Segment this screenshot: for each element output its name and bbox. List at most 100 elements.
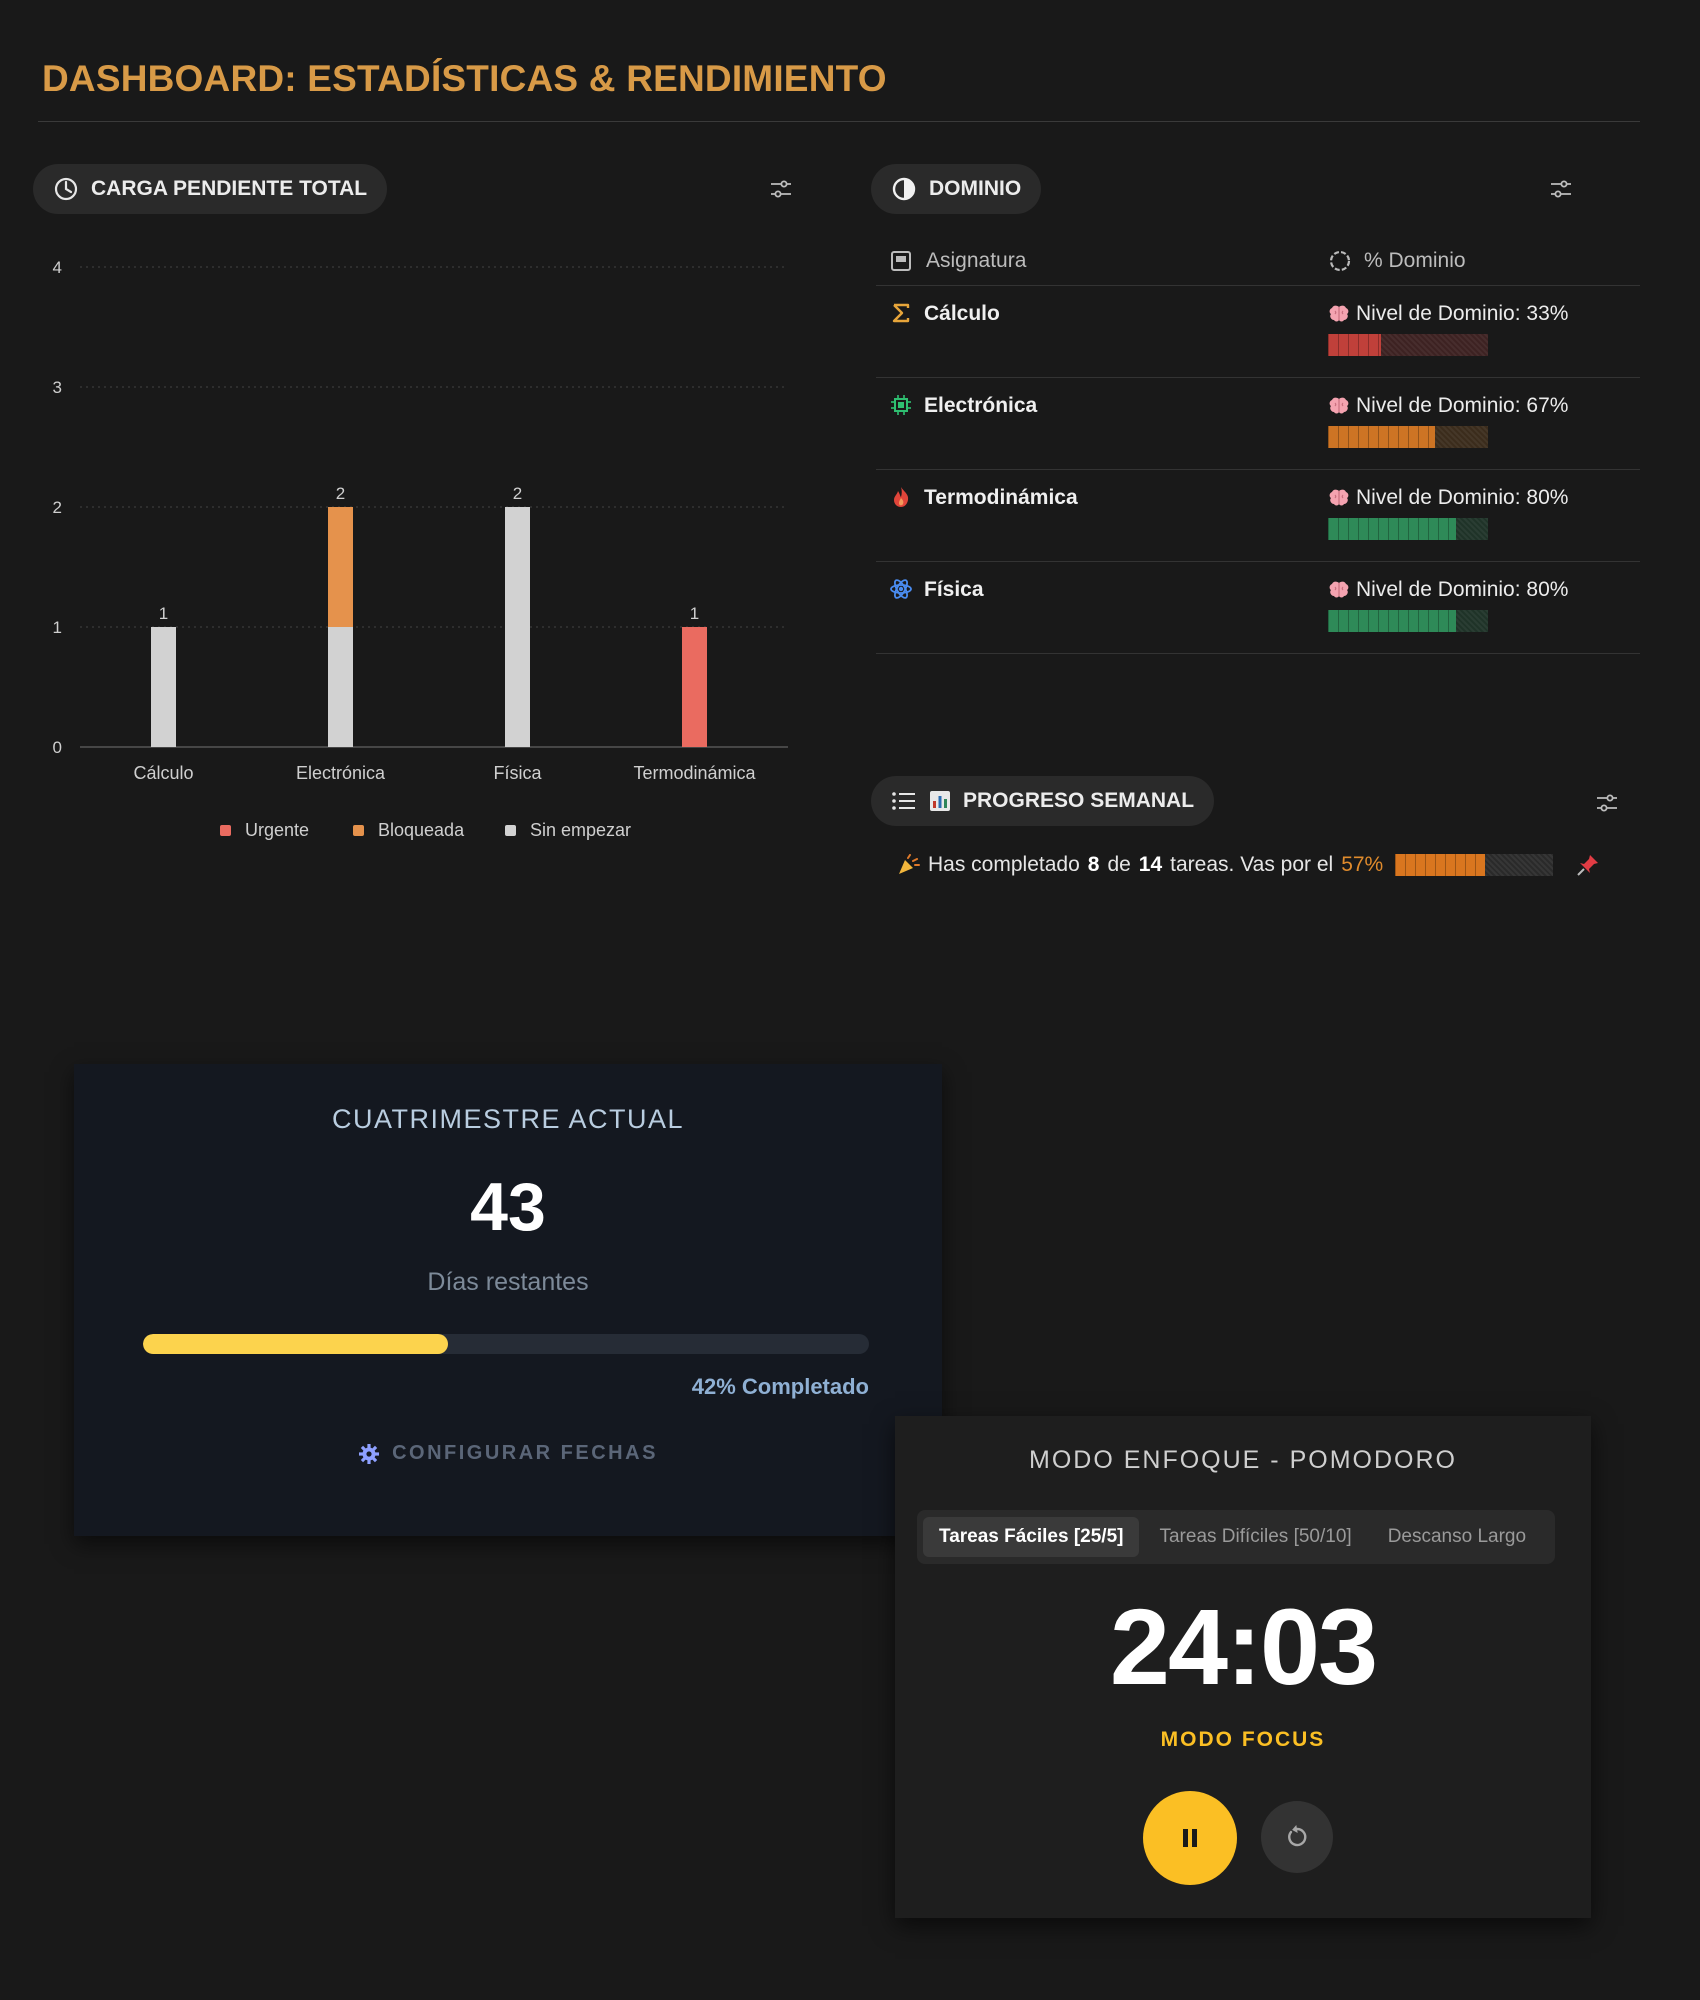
days-remaining-value: 43 (470, 1169, 546, 1245)
legend-swatch (353, 825, 364, 836)
dominio-row: Física Nivel de Dominio: 80% (876, 562, 1640, 654)
mastery-bar-empty (1380, 334, 1488, 356)
pause-icon (1183, 1829, 1197, 1847)
dominio-row: Cálculo Nivel de Dominio: 33% (876, 286, 1640, 378)
progreso-pill[interactable]: PROGRESO SEMANAL (871, 776, 1215, 826)
bar-segment (328, 627, 353, 747)
x-tick-label: Termodinámica (633, 763, 756, 783)
dominio-label: DOMINIO (929, 177, 1022, 200)
configure-dates-label: CONFIGURAR FECHAS (392, 1442, 658, 1464)
legend-label: Urgente (245, 820, 309, 840)
semester-progress-track (143, 1334, 869, 1354)
semester-title: CUATRIMESTRE ACTUAL (331, 1104, 685, 1134)
mastery-bar-empty (1456, 518, 1488, 540)
legend-swatch (505, 825, 516, 836)
y-tick-label: 1 (53, 618, 62, 637)
column-header-pct[interactable]: % Dominio (1364, 249, 1466, 273)
tab-hard-tasks[interactable]: Tareas Difíciles [50/10] (1143, 1517, 1367, 1557)
subject-name: Electrónica (924, 394, 1038, 417)
bar-segment (682, 627, 707, 747)
timer-mode-label: MODO FOCUS (1160, 1728, 1326, 1751)
contrast-icon (892, 177, 916, 201)
configure-dates-button[interactable]: CONFIGURAR FECHAS (74, 1442, 942, 1465)
pomodoro-title: MODO ENFOQUE - POMODORO (1029, 1446, 1457, 1474)
y-tick-label: 4 (53, 258, 62, 277)
legend-swatch (220, 825, 231, 836)
weekly-text-post: tareas. Vas por el (1170, 853, 1334, 876)
mastery-bar-empty (1435, 426, 1488, 448)
loading-circle-icon (1329, 250, 1351, 271)
semester-progress-text: 42% Completado (691, 1374, 869, 1399)
semester-card: CUATRIMESTRE ACTUAL 43 Días restantes 42… (74, 1064, 942, 1536)
page-title: DASHBOARD: ESTADÍSTICAS & RENDIMIENTO (42, 58, 887, 99)
x-tick-label: Cálculo (133, 763, 193, 783)
weekly-text-mid: de (1107, 853, 1131, 876)
column-header-subject[interactable]: Asignatura (926, 249, 1026, 273)
pie-clock-icon (54, 177, 78, 201)
list-icon (892, 792, 915, 810)
mastery-bar-fill (1328, 518, 1456, 540)
dominio-row: Termodinámica Nivel de Dominio: 80% (876, 470, 1640, 562)
legend-label: Sin empezar (530, 820, 631, 840)
y-tick-label: 0 (53, 738, 62, 757)
weekly-text-pre: Has completado (928, 853, 1080, 876)
mastery-bar (1328, 426, 1488, 448)
gear-icon (359, 1443, 380, 1464)
dominio-pill[interactable]: DOMINIO (871, 164, 1042, 214)
bar-total-label: 2 (513, 484, 522, 503)
subject-name: Cálculo (924, 302, 1000, 325)
carga-settings-icon[interactable] (769, 178, 793, 200)
tab-long-break[interactable]: Descanso Largo (1372, 1517, 1542, 1557)
progreso-settings-icon[interactable] (1595, 792, 1619, 814)
x-tick-label: Electrónica (296, 763, 386, 783)
subject-name: Física (924, 578, 984, 601)
atom-icon (890, 579, 912, 599)
mastery-bar-fill (1328, 426, 1436, 448)
subject-column-icon (891, 250, 911, 271)
sigma-icon (892, 303, 910, 323)
bar-chart-icon (930, 791, 950, 811)
bar-segment (328, 507, 353, 627)
reset-button[interactable] (1261, 1801, 1333, 1873)
y-tick-label: 2 (53, 498, 62, 517)
y-tick-label: 3 (53, 378, 62, 397)
dominio-table: Asignatura % Dominio Cálculo Nivel de Dom… (876, 236, 1640, 654)
pause-button[interactable] (1143, 1791, 1237, 1885)
dominio-settings-icon[interactable] (1549, 178, 1573, 200)
mastery-level-text: Nivel de Dominio: 33% (1356, 302, 1569, 325)
pomodoro-tabs: Tareas Fáciles [25/5] Tareas Difíciles [… (917, 1510, 1555, 1564)
weekly-done-count: 8 (1087, 853, 1100, 876)
mastery-bar (1328, 334, 1488, 356)
mastery-bar-fill (1328, 334, 1381, 356)
subject-name: Termodinámica (924, 486, 1078, 509)
weekly-pct: 57% (1341, 853, 1384, 876)
weekly-progress-bar (1395, 854, 1554, 876)
dominio-table-header: Asignatura % Dominio (876, 236, 1640, 286)
carga-pill[interactable]: CARGA PENDIENTE TOTAL (33, 164, 388, 214)
mastery-bar-fill (1328, 610, 1456, 632)
mastery-level-text: Nivel de Dominio: 80% (1356, 486, 1569, 509)
brain-icon (1329, 489, 1349, 506)
semester-progress-fill (143, 1334, 448, 1354)
days-remaining-label: Días restantes (427, 1268, 589, 1296)
reset-icon (1288, 1825, 1307, 1847)
weekly-progress-empty (1485, 854, 1554, 876)
timer-display: 24:03 (1109, 1586, 1378, 1707)
weekly-progress-fill (1395, 854, 1486, 876)
pomodoro-card: MODO ENFOQUE - POMODORO Tareas Fáciles [… (895, 1416, 1591, 1918)
party-popper-icon (899, 854, 920, 874)
tab-easy-tasks[interactable]: Tareas Fáciles [25/5] (923, 1517, 1140, 1557)
pushpin-icon (1577, 855, 1599, 876)
carga-chart: 0 1 2 3 4 1 Cálculo 2 Electrónica 2 Física 1 Termodi… (53, 258, 788, 840)
fire-icon (894, 487, 909, 507)
brain-icon (1329, 581, 1349, 598)
progreso-label: PROGRESO SEMANAL (963, 789, 1195, 812)
bar-total-label: 2 (336, 484, 345, 503)
legend-label: Bloqueada (378, 820, 465, 840)
x-tick-label: Física (493, 763, 542, 783)
chip-icon (891, 395, 911, 415)
bar-total-label: 1 (690, 604, 699, 623)
weekly-total-count: 14 (1138, 853, 1163, 876)
bar-segment (505, 507, 530, 747)
weekly-progress: Has completado 8 de 14 tareas. Vas por e… (896, 852, 1601, 878)
